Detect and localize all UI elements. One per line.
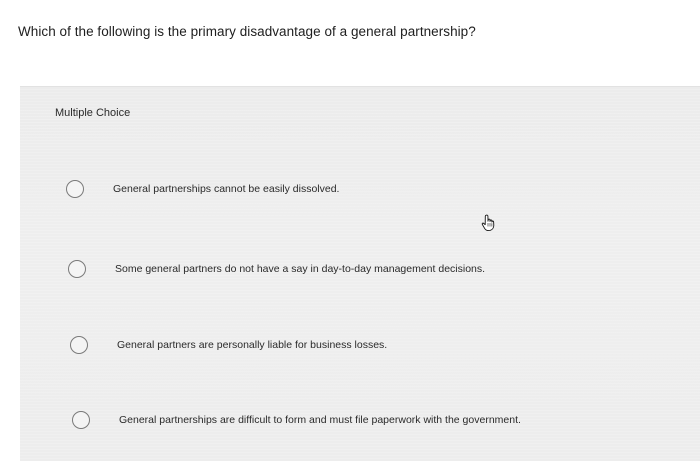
choice-label-2: Some general partners do not have a say … — [115, 263, 486, 275]
choice-option-4[interactable]: General partnerships are difficult to fo… — [20, 400, 680, 440]
choice-option-2[interactable]: Some general partners do not have a say … — [20, 249, 680, 289]
quiz-page: Which of the following is the primary di… — [0, 0, 700, 461]
radio-button-4[interactable] — [72, 411, 90, 429]
question-header: Which of the following is the primary di… — [0, 0, 700, 86]
choice-label-4: General partnerships are difficult to fo… — [119, 414, 521, 426]
choice-option-3[interactable]: General partners are personally liable f… — [20, 325, 680, 365]
choice-option-1[interactable]: General partnerships cannot be easily di… — [20, 169, 680, 209]
radio-button-2[interactable] — [68, 260, 86, 278]
choices-panel: Multiple Choice General partnerships can… — [20, 86, 700, 461]
multiple-choice-label: Multiple Choice — [55, 107, 131, 119]
question-text: Which of the following is the primary di… — [18, 24, 476, 39]
radio-button-1[interactable] — [66, 180, 84, 198]
choice-label-3: General partners are personally liable f… — [117, 339, 388, 351]
choice-label-1: General partnerships cannot be easily di… — [113, 183, 340, 195]
radio-button-3[interactable] — [70, 336, 88, 354]
hand-pointer-icon — [481, 214, 495, 232]
